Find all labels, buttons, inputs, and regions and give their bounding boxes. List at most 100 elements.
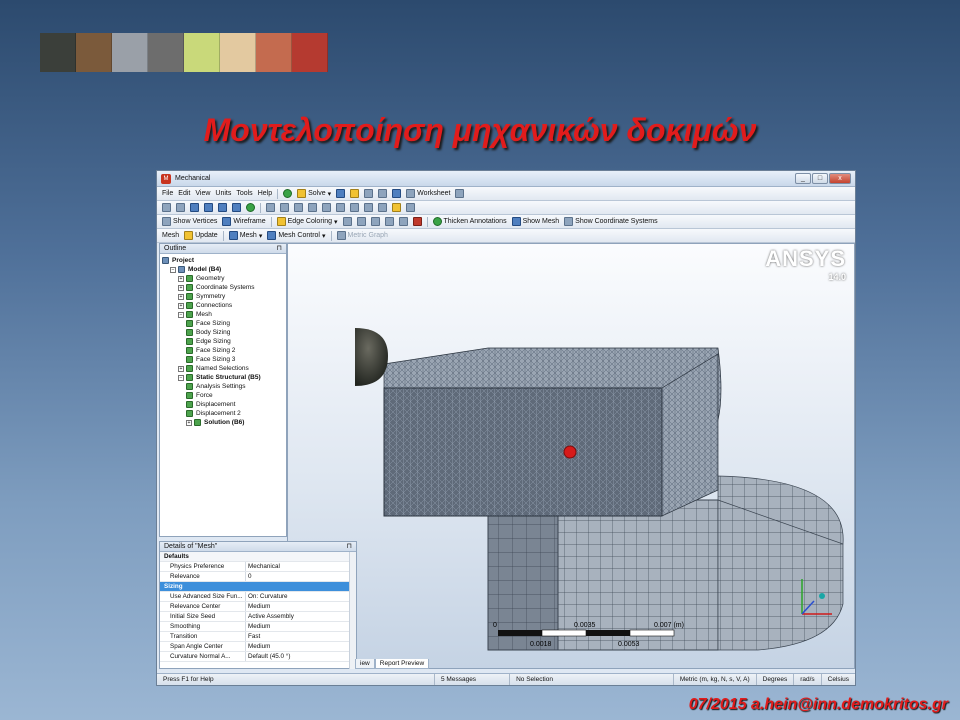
node-select-icon[interactable]: [246, 203, 255, 212]
details-row[interactable]: Initial Size Seed Active Assembly: [160, 612, 356, 622]
details-value[interactable]: On: Curvature: [246, 592, 356, 601]
expand-toggle-icon[interactable]: −: [170, 266, 176, 273]
rotate-icon[interactable]: [266, 203, 275, 212]
minimize-button[interactable]: _: [795, 173, 811, 184]
expand-toggle-icon[interactable]: −: [178, 374, 184, 381]
edge-display-5-icon[interactable]: [398, 217, 408, 226]
tab-report-preview[interactable]: Report Preview: [374, 659, 430, 669]
vertex-select-icon[interactable]: [190, 203, 199, 212]
details-row[interactable]: Physics Preference Mechanical: [160, 562, 356, 572]
mesh-dropdown[interactable]: Mesh ▾: [228, 231, 262, 240]
tree-item[interactable]: Edge Sizing: [160, 337, 286, 346]
details-row[interactable]: Relevance 0: [160, 572, 356, 582]
details-value[interactable]: Medium: [246, 642, 356, 651]
expand-toggle-icon[interactable]: +: [178, 275, 184, 282]
edge-display-4-icon[interactable]: [384, 217, 394, 226]
details-value[interactable]: Medium: [246, 622, 356, 631]
show-mesh-button[interactable]: Show Mesh: [511, 217, 559, 226]
worksheet-button[interactable]: Worksheet: [406, 189, 450, 198]
menu-view[interactable]: View: [195, 190, 210, 197]
tree-item[interactable]: + Coordinate Systems: [160, 283, 286, 292]
viewport-layout-icon[interactable]: [406, 203, 415, 212]
pin-icon[interactable]: ⊓: [347, 542, 356, 551]
pan-icon[interactable]: [280, 203, 289, 212]
body-select-icon[interactable]: [232, 203, 241, 212]
edge-select-icon[interactable]: [204, 203, 213, 212]
expand-toggle-icon[interactable]: −: [178, 311, 184, 318]
tree-item[interactable]: Body Sizing: [160, 328, 286, 337]
details-value[interactable]: Default (45.0 °): [246, 652, 356, 661]
update-button[interactable]: Update: [184, 231, 218, 240]
magnifier-icon[interactable]: [336, 203, 345, 212]
status-rate[interactable]: rad/s: [794, 674, 822, 685]
tree-item[interactable]: Face Sizing: [160, 319, 286, 328]
menu-edit[interactable]: Edit: [178, 190, 190, 197]
show-vertices-button[interactable]: Show Vertices: [162, 217, 217, 226]
tree-item[interactable]: − Static Structural (B5): [160, 373, 286, 382]
details-section[interactable]: Sizing: [160, 582, 356, 592]
expand-toggle-icon[interactable]: +: [178, 302, 184, 309]
help-cursor-icon[interactable]: [455, 189, 465, 198]
new-analysis-icon[interactable]: [336, 189, 346, 198]
image-icon[interactable]: [364, 189, 374, 198]
details-value[interactable]: Active Assembly: [246, 612, 356, 621]
details-row[interactable]: Relevance Center Medium: [160, 602, 356, 612]
edge-coloring-dropdown[interactable]: Edge Coloring ▾: [276, 217, 338, 226]
edge-display-2-icon[interactable]: [356, 217, 366, 226]
details-value[interactable]: Mechanical: [246, 562, 356, 571]
tree-item[interactable]: Face Sizing 3: [160, 355, 286, 364]
tree-item[interactable]: − Model (B4): [160, 265, 286, 274]
menu-file[interactable]: File: [162, 190, 173, 197]
graphics-viewport[interactable]: 0 0.0035 0.007 (m) 0.0018 0.0053 ANSYS 1…: [287, 243, 855, 669]
tree-item[interactable]: − Mesh: [160, 310, 286, 319]
tree-item[interactable]: + Symmetry: [160, 292, 286, 301]
expand-toggle-icon[interactable]: +: [178, 284, 184, 291]
details-row[interactable]: Use Advanced Size Fun... On: Curvature: [160, 592, 356, 602]
tree-item[interactable]: + Named Selections: [160, 364, 286, 373]
status-angle[interactable]: Degrees: [757, 674, 795, 685]
wireframe-button[interactable]: Wireframe: [222, 217, 266, 226]
status-temp[interactable]: Celsius: [822, 674, 855, 685]
edge-display-3-icon[interactable]: [370, 217, 380, 226]
tree-item[interactable]: Displacement 2: [160, 409, 286, 418]
details-section[interactable]: Defaults: [160, 552, 356, 562]
details-scrollbar[interactable]: [349, 552, 356, 669]
tree-item[interactable]: Analysis Settings: [160, 382, 286, 391]
status-messages[interactable]: 5 Messages: [435, 674, 511, 685]
details-row[interactable]: Transition Fast: [160, 632, 356, 642]
tree-item[interactable]: Displacement: [160, 400, 286, 409]
expand-toggle-icon[interactable]: +: [178, 293, 184, 300]
print-icon[interactable]: [392, 203, 401, 212]
details-row[interactable]: Smoothing Medium: [160, 622, 356, 632]
maximize-button[interactable]: □: [812, 173, 828, 184]
tab-geometry[interactable]: iew: [355, 659, 375, 669]
close-button[interactable]: x: [829, 173, 851, 184]
tree-item[interactable]: Project: [160, 256, 286, 265]
details-row[interactable]: Curvature Normal A... Default (45.0 °): [160, 652, 356, 662]
tree-item[interactable]: + Connections: [160, 301, 286, 310]
pin-icon[interactable]: ⊓: [277, 244, 286, 253]
edge-display-6-icon[interactable]: [412, 217, 422, 226]
iso-view-icon[interactable]: [350, 203, 359, 212]
menu-tools[interactable]: Tools: [236, 190, 252, 197]
box-zoom-icon[interactable]: [308, 203, 317, 212]
expand-toggle-icon[interactable]: +: [186, 419, 192, 426]
details-value[interactable]: Fast: [246, 632, 356, 641]
next-view-icon[interactable]: [378, 203, 387, 212]
check-icon[interactable]: [283, 189, 293, 198]
edge-display-icon[interactable]: [342, 217, 352, 226]
mesh-control-dropdown[interactable]: Mesh Control ▾: [267, 231, 326, 240]
chart-icon[interactable]: [392, 189, 402, 198]
select-mode-icon[interactable]: [176, 203, 185, 212]
previous-view-icon[interactable]: [364, 203, 373, 212]
solve-button[interactable]: Solve ▾: [297, 189, 331, 198]
details-value[interactable]: Medium: [246, 602, 356, 611]
thicken-annotations-button[interactable]: Thicken Annotations: [432, 217, 507, 226]
tree-item[interactable]: Face Sizing 2: [160, 346, 286, 355]
folder-icon[interactable]: [350, 189, 360, 198]
menu-help[interactable]: Help: [258, 190, 272, 197]
face-select-icon[interactable]: [218, 203, 227, 212]
tree-item[interactable]: + Geometry: [160, 274, 286, 283]
menu-units[interactable]: Units: [215, 190, 231, 197]
status-units[interactable]: Metric (m, kg, N, s, V, A): [674, 674, 757, 685]
